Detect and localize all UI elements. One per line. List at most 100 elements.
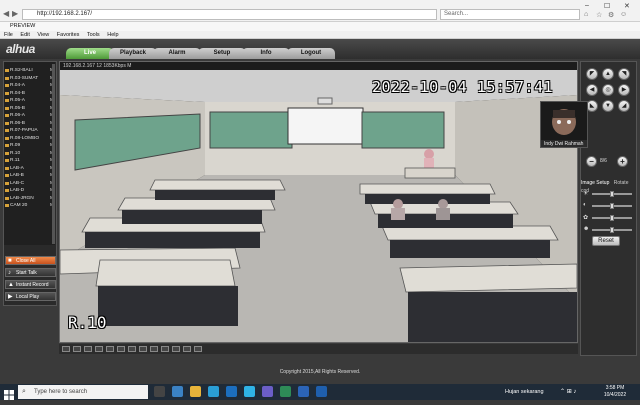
channel-item[interactable]: R.05-AM [4, 97, 55, 105]
zoom-out-button[interactable]: − [586, 156, 597, 167]
clock-time[interactable]: 3:58 PM [600, 385, 630, 391]
menu-view[interactable]: View [37, 32, 49, 38]
camera-room-label: R.10 [68, 313, 107, 332]
channel-item[interactable]: R.04-AM [4, 82, 55, 90]
layout-16-icon[interactable] [95, 346, 103, 352]
channel-item[interactable]: R.11M [4, 157, 55, 165]
file-explorer-icon[interactable] [190, 386, 201, 397]
smiley-icon[interactable]: ☺ [620, 11, 627, 18]
tab-alarm[interactable]: Alarm [153, 48, 201, 59]
start-talk-button[interactable]: ♪ Start Talk [5, 268, 56, 277]
record-icon: ▲ [8, 282, 14, 288]
weather-widget[interactable]: Hujan sekarang [505, 386, 544, 398]
channel-item[interactable]: LAB-AM [4, 165, 55, 173]
address-bar[interactable]: http://192.168.2.167/ [22, 9, 437, 20]
channel-item[interactable]: R.S2-BALIM [4, 67, 55, 75]
channel-item[interactable]: CAM 20M [4, 202, 55, 210]
mail-icon[interactable] [226, 386, 237, 397]
ptz-left-icon[interactable]: ◀ [586, 84, 598, 96]
store-icon[interactable] [208, 386, 219, 397]
saturation-slider-knob[interactable] [610, 215, 614, 221]
close-all-button[interactable]: ■ Close All [5, 256, 56, 265]
channel-item[interactable]: LAB-CM [4, 180, 55, 188]
channel-item[interactable]: LAB-JRGNM [4, 195, 55, 203]
layout-1-icon[interactable] [62, 346, 70, 352]
channel-item[interactable]: R.09M [4, 142, 55, 150]
zoom-icon[interactable] [161, 346, 169, 352]
local-play-button[interactable]: ▶ Local Play [5, 292, 56, 301]
fisheye-icon[interactable] [183, 346, 191, 352]
menu-edit[interactable]: Edit [20, 32, 29, 38]
channel-list[interactable]: R.S2-BALIM R.03-SUMATM R.04-AM R.04-BM R… [4, 62, 55, 245]
edge-icon[interactable] [244, 386, 255, 397]
channel-item[interactable]: LAB-DM [4, 187, 55, 195]
layout-25-icon[interactable] [106, 346, 114, 352]
channel-item[interactable]: R.04-BM [4, 90, 55, 98]
forward-icon[interactable]: ▶ [12, 9, 18, 19]
channel-item[interactable]: R.05-BM [4, 105, 55, 113]
audio-icon[interactable] [150, 346, 158, 352]
tab-playback[interactable]: Playback [109, 48, 157, 59]
task-view-icon[interactable] [154, 386, 165, 397]
word-icon[interactable] [298, 386, 309, 397]
channel-item[interactable]: R.03-SUMATM [4, 75, 55, 83]
camera-feed[interactable] [60, 70, 577, 342]
close-window-icon[interactable]: ✕ [624, 2, 630, 10]
hue-icon: ☻ [583, 226, 590, 232]
ptz-center-icon[interactable]: ◎ [602, 84, 614, 96]
browser-search-input[interactable]: Search... [440, 9, 580, 20]
tab-setup[interactable]: Setup [198, 48, 246, 59]
widgets-icon[interactable] [172, 386, 183, 397]
browser-menubar: File Edit View Favorites Tools Help [0, 31, 640, 39]
ie-icon[interactable] [316, 386, 327, 397]
zoom-in-button[interactable]: + [617, 156, 628, 167]
instant-record-button[interactable]: ▲ Instant Record [5, 280, 56, 289]
minimize-icon[interactable]: – [585, 2, 589, 9]
tab-live[interactable]: Live [66, 48, 114, 59]
ratio-icon[interactable] [194, 346, 202, 352]
menu-favorites[interactable]: Favorites [57, 32, 80, 38]
windows-start-icon[interactable] [4, 387, 14, 400]
layout-4-icon[interactable] [73, 346, 81, 352]
home-icon[interactable]: ⌂ [584, 11, 588, 18]
reset-button[interactable]: Reset [592, 236, 620, 246]
back-icon[interactable]: ◀ [3, 9, 9, 19]
menu-file[interactable]: File [4, 32, 13, 38]
browser-tab[interactable]: PREVIEW [0, 22, 640, 31]
ptz-up-left-icon[interactable]: ◤ [586, 68, 598, 80]
layout-9-icon[interactable] [84, 346, 92, 352]
channel-item[interactable]: R.06-AM [4, 112, 55, 120]
tab-image-setup[interactable]: Image Setup [581, 180, 609, 186]
clock-date[interactable]: 10/4/2022 [600, 392, 630, 398]
ptz-right-icon[interactable]: ▶ [618, 84, 630, 96]
channel-item[interactable]: R.06-BM [4, 120, 55, 128]
menu-help[interactable]: Help [107, 32, 118, 38]
brightness-slider-knob[interactable] [610, 191, 614, 197]
maximize-icon[interactable]: ☐ [604, 2, 610, 10]
channel-scrollbar[interactable] [52, 64, 55, 244]
ptz-down-icon[interactable]: ▼ [602, 100, 614, 112]
channel-item[interactable]: R.10M [4, 150, 55, 158]
settings-gear-icon[interactable]: ⚙ [608, 11, 614, 19]
snapshot-icon[interactable] [128, 346, 136, 352]
favorites-icon[interactable]: ☆ [596, 11, 602, 19]
ptz-down-right-icon[interactable]: ◢ [618, 100, 630, 112]
channel-item[interactable]: R.07-PAPUAM [4, 127, 55, 135]
hue-slider-knob[interactable] [610, 227, 614, 233]
ptz-up-right-icon[interactable]: ◥ [618, 68, 630, 80]
channel-item[interactable]: R.08-LOMBOM [4, 135, 55, 143]
record-toolbar-icon[interactable] [139, 346, 147, 352]
taskbar-search-input[interactable]: ⌕ Type here to search [18, 385, 148, 399]
tray-icons[interactable]: ⌃ ⊞ ♪ [560, 388, 576, 395]
tab-info[interactable]: Info [242, 48, 290, 59]
channel-item[interactable]: LAB-BM [4, 172, 55, 180]
copyright-text: Copyright 2015,All Rights Reserved. [279, 369, 361, 375]
chrome-icon[interactable] [280, 386, 291, 397]
teams-icon[interactable] [262, 386, 273, 397]
menu-tools[interactable]: Tools [87, 32, 100, 38]
ptz-up-icon[interactable]: ▲ [602, 68, 614, 80]
tab-logout[interactable]: Logout [287, 48, 335, 59]
fullscreen-icon[interactable] [117, 346, 125, 352]
contrast-slider-knob[interactable] [610, 203, 614, 209]
stream-icon[interactable] [172, 346, 180, 352]
